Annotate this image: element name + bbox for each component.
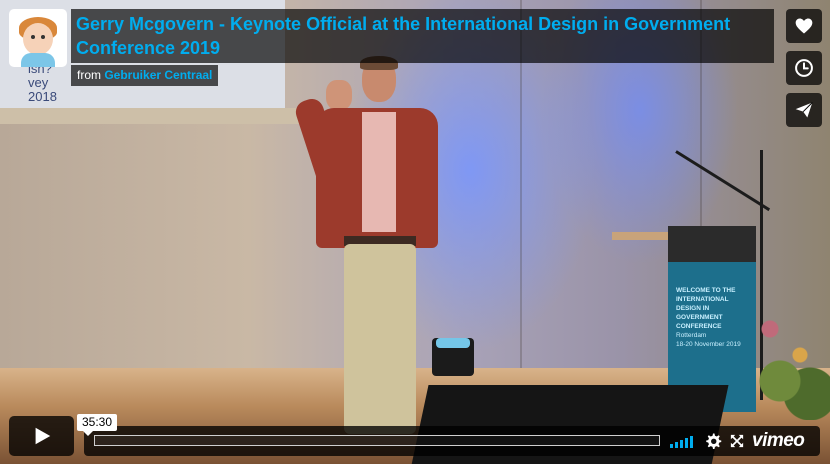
like-button[interactable] — [786, 9, 822, 43]
video-title[interactable]: Gerry Mcgovern - Keynote Official at the… — [76, 12, 766, 60]
play-icon — [35, 427, 50, 445]
author-avatar[interactable] — [9, 9, 67, 67]
vimeo-logo[interactable]: vimeo — [752, 429, 805, 453]
avatar-eye — [31, 35, 35, 39]
time-tooltip: 35:30 — [77, 414, 118, 436]
byline-prefix: from — [77, 68, 101, 82]
flower-arrangement — [740, 290, 830, 420]
side-desk — [612, 232, 672, 240]
clock-icon — [795, 59, 813, 77]
heart-icon — [795, 18, 813, 34]
paper-plane-icon — [795, 102, 813, 118]
author-link[interactable]: Gebruiker Centraal — [104, 68, 212, 82]
share-button[interactable] — [786, 93, 822, 127]
byline: from Gebruiker Centraal — [71, 65, 219, 86]
speaker — [292, 56, 446, 438]
projection-text: ish? vey 2018 — [28, 61, 57, 104]
speaker-hand — [326, 80, 352, 110]
progress-bar[interactable] — [94, 435, 660, 446]
avatar-body — [21, 53, 55, 67]
video-player[interactable]: ish? vey 2018 WELCOME TO THE INTERNATION… — [0, 0, 830, 464]
speaker-shirt — [362, 112, 396, 232]
watch-later-button[interactable] — [786, 51, 822, 85]
video-title-box[interactable]: Gerry Mcgovern - Keynote Official at the… — [71, 9, 774, 63]
screen-ledge — [0, 108, 310, 124]
speaker-legs — [344, 244, 416, 434]
control-bar: vimeo — [84, 426, 820, 456]
stage-light-glow — [436, 338, 470, 348]
avatar-face — [23, 23, 53, 55]
volume-icon[interactable] — [670, 435, 694, 448]
fullscreen-icon[interactable] — [730, 433, 744, 449]
podium-top — [668, 226, 756, 262]
gear-icon[interactable] — [704, 432, 722, 450]
avatar-eye — [41, 35, 45, 39]
play-button[interactable] — [9, 416, 74, 456]
